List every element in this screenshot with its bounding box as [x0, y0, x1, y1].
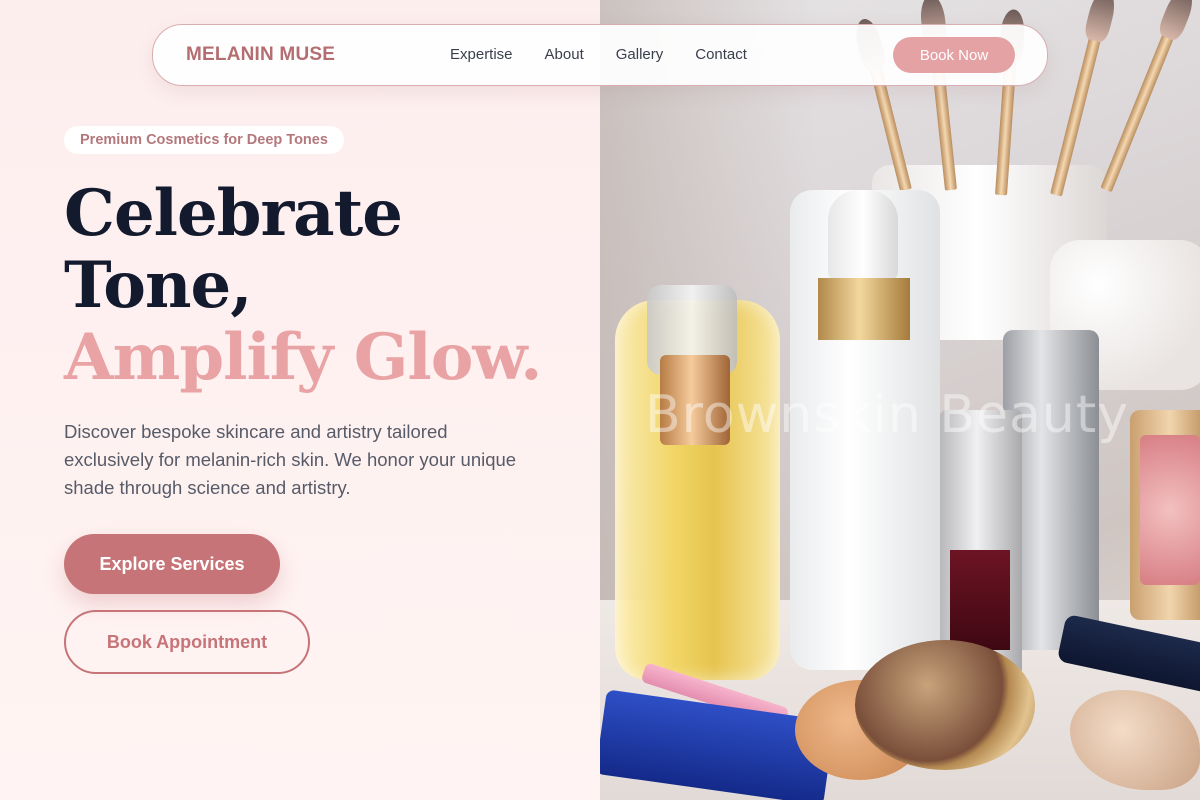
nav-links: Expertise About Gallery Contact	[450, 46, 747, 63]
nav-link-expertise[interactable]: Expertise	[450, 46, 513, 63]
hero-product-photo: Brownskin Beauty	[600, 0, 1200, 800]
top-navbar: MELANIN MUSE Expertise About Gallery Con…	[152, 24, 1048, 86]
brand-logo[interactable]: MELANIN MUSE	[186, 44, 335, 66]
hero-left-panel	[0, 0, 600, 800]
tagline-badge: Premium Cosmetics for Deep Tones	[64, 126, 344, 154]
book-now-button[interactable]: Book Now	[893, 37, 1015, 73]
nav-link-gallery[interactable]: Gallery	[616, 46, 664, 63]
headline-line-2: Tone,	[64, 248, 253, 323]
image-watermark: Brownskin Beauty	[645, 385, 1129, 445]
nav-link-about[interactable]: About	[545, 46, 584, 63]
nav-link-contact[interactable]: Contact	[695, 46, 747, 63]
facial-oil-bottle	[615, 285, 780, 680]
hero-description: Discover bespoke skincare and artistry t…	[64, 421, 517, 498]
lip-tint-bottle	[940, 410, 1022, 675]
headline-line-1: Celebrate	[64, 176, 403, 251]
gold-powder-compact	[855, 640, 1035, 770]
makeup-brush	[1100, 0, 1199, 193]
book-appointment-button[interactable]: Book Appointment	[64, 610, 310, 674]
explore-services-button[interactable]: Explore Services	[64, 534, 280, 594]
blush-compact	[1130, 410, 1200, 620]
headline-line-3: Amplify Glow.	[64, 320, 542, 395]
hero-headline: Celebrate Tone, Amplify Glow.	[64, 176, 542, 395]
